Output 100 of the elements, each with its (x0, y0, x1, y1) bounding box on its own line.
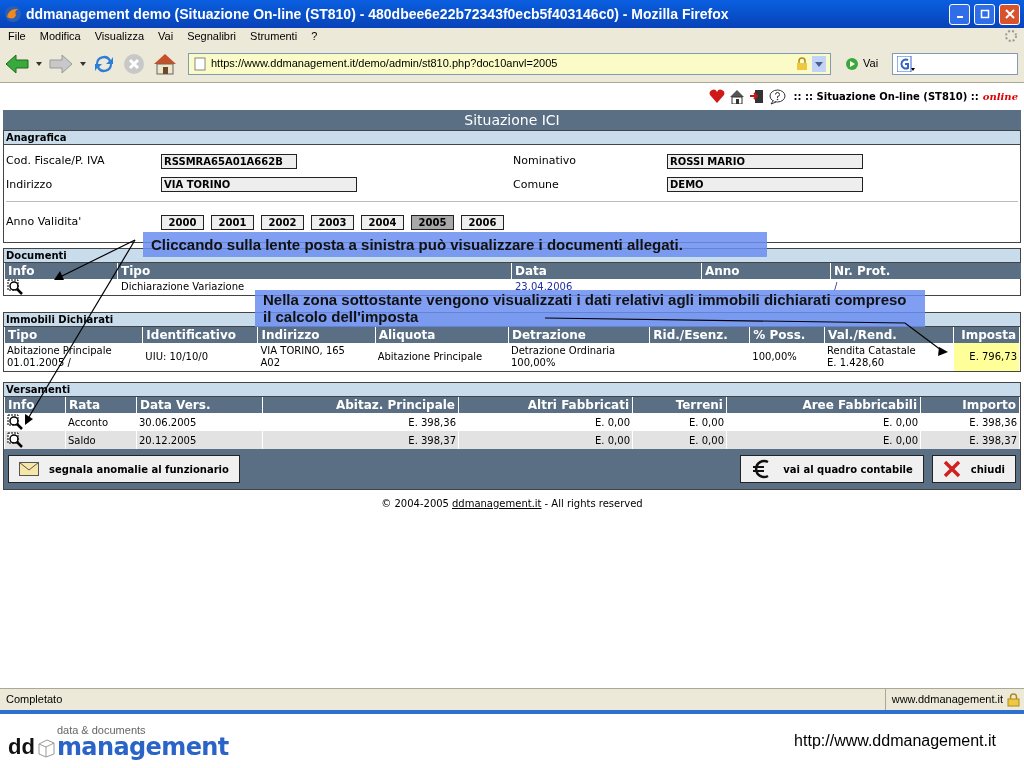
column-header: Altri Fabbricati (459, 397, 632, 413)
field-label: Cod. Fiscale/P. IVA (6, 153, 106, 169)
close-icon[interactable] (999, 3, 1020, 25)
column-header: Aree Fabbricabili (727, 397, 920, 413)
url-text: http://www.ddmanagement.it (794, 731, 996, 751)
breadcrumb-text: :: :: Situazione On-line (ST810) :: (793, 90, 979, 104)
table-cell: Abitazione Principale (377, 351, 483, 363)
year-button[interactable]: 2005 (411, 214, 454, 230)
column-header: Info (5, 397, 65, 413)
copyright-text: © 2004-2005 (381, 497, 449, 511)
callout: Nella zona sottostante vengono visualizzati i dati relativi agli immobili dichiarati compreso il calcolo dell'imposta (255, 290, 925, 327)
table-cell-text: 30.06.2005 (139, 415, 197, 430)
column-header: Terreni (633, 397, 726, 413)
table-cell-text: E. 0,00 (883, 433, 918, 448)
menu-item[interactable]: File (8, 28, 26, 45)
menu-item[interactable]: Vai (158, 28, 174, 45)
column-header: Indirizzo (258, 327, 375, 343)
column-header: Tipo (118, 263, 511, 279)
dropdown-icon[interactable] (36, 61, 42, 66)
back-icon[interactable] (4, 52, 30, 75)
table-cell: Detrazione Ordinaria 100,00% (510, 345, 616, 369)
footer-link[interactable]: ddmanagement.it (451, 496, 542, 511)
field-label: Nominativo (513, 153, 578, 169)
column-header: Data Vers. (137, 397, 262, 413)
table-cell-text: E. 398,37 (408, 433, 456, 448)
window-title: ddmanagement demo (Situazione On-line (ST810) - 480dbee6e22b72343f0ecb5f403146c0) - Mozilla Firefox (26, 4, 730, 24)
table-cell: Rendita Catastale E. 1.428,60 (827, 345, 916, 369)
magnifier-icon[interactable] (7, 279, 23, 295)
online-label: online (982, 90, 1018, 104)
value-field: VIA TORINO (161, 177, 357, 193)
value-field: ROSSI MARIO (667, 153, 863, 169)
magnifier-icon[interactable] (7, 432, 23, 448)
column-header: Rata (66, 397, 136, 413)
value-field: DEMO (667, 177, 863, 193)
maximize-icon[interactable] (974, 3, 995, 25)
lock-icon (796, 56, 808, 71)
year-button[interactable]: 2006 (461, 214, 504, 230)
section-header: Anagrafica (4, 131, 1020, 145)
year-button[interactable]: 2004 (361, 214, 404, 230)
year-button[interactable]: 2001 (211, 214, 254, 230)
address-field[interactable]: https://www.ddmanagement.it/demo/admin/st810.php?doc10anvl=2005 (188, 52, 831, 75)
table-cell-text: E. 398,36 (408, 415, 456, 430)
column-header: Rid./Esenz. (650, 327, 750, 343)
menu-item[interactable]: Modifica (39, 28, 81, 45)
menu-item[interactable]: Strumenti (250, 28, 298, 45)
table-cell: E. 796,73 (969, 351, 1017, 363)
firefox-icon (4, 5, 22, 23)
dropdown-icon[interactable] (812, 55, 826, 72)
menu-item[interactable]: Visualizza (94, 28, 145, 45)
column-header: Detrazione (508, 327, 650, 343)
table-cell-text: Dichiarazione Variazione (121, 280, 245, 294)
exit-door-icon[interactable] (748, 89, 765, 104)
table-cell-text: Acconto (68, 415, 109, 430)
lock-icon (1007, 692, 1020, 707)
action-button[interactable]: segnala anomalie al funzionario (8, 455, 240, 483)
column-header: Aliquota (375, 327, 508, 343)
close-icon (942, 460, 961, 478)
table-cell-text: E. 398,36 (969, 415, 1017, 430)
heart-icon[interactable] (708, 89, 725, 104)
menu-item[interactable]: ? (311, 28, 318, 45)
page-icon (193, 56, 207, 71)
dropdown-icon[interactable] (80, 61, 86, 66)
column-header: Data (512, 263, 701, 279)
column-header: % Poss. (750, 327, 824, 343)
column-header: Nr. Prot. (831, 263, 1021, 279)
value-field: RSSMRA65A01A662B (161, 153, 297, 169)
year-button[interactable]: 2002 (261, 214, 304, 230)
action-button[interactable]: chiudi (931, 455, 1016, 483)
go-icon[interactable] (845, 56, 859, 71)
minimize-icon[interactable] (949, 3, 970, 25)
throbber-icon (1004, 29, 1018, 43)
table-cell-text: Saldo (68, 433, 96, 448)
menu-item[interactable]: Segnalibri (187, 28, 237, 45)
go-button[interactable]: Vai (863, 55, 879, 72)
year-button[interactable]: 2003 (311, 214, 354, 230)
field-label: Indirizzo (6, 176, 54, 193)
help-bubble-icon[interactable] (768, 88, 786, 105)
search-engine-icon[interactable] (897, 55, 916, 72)
column-header: Imposta (954, 327, 1019, 343)
table-cell: VIA TORINO, 165 A02 (260, 345, 345, 369)
search-field[interactable] (892, 52, 1019, 75)
envelope-icon (19, 462, 39, 476)
magnifier-icon[interactable] (7, 414, 23, 430)
status-text: Completato (5, 692, 64, 708)
cube-icon (36, 737, 55, 758)
house-icon[interactable] (728, 89, 745, 104)
year-button[interactable]: 2000 (161, 214, 204, 230)
copyright-text: - All rights reserved (544, 497, 643, 511)
column-header: Abitaz. Principale (263, 397, 458, 413)
table-cell-text: 20.12.2005 (139, 433, 197, 448)
table-cell-text: E. 0,00 (689, 415, 724, 430)
column-header: Importo (921, 397, 1019, 413)
table-cell-text: E. 0,00 (689, 433, 724, 448)
table-cell-text: E. 0,00 (595, 415, 630, 430)
action-button[interactable]: vai al quadro contabile (740, 455, 924, 483)
home-icon[interactable] (152, 51, 178, 76)
field-label: Comune (513, 176, 560, 193)
status-domain: www.ddmanagement.it (891, 692, 1003, 708)
column-header: Anno (702, 263, 830, 279)
table-cell-text: E. 0,00 (595, 433, 630, 448)
